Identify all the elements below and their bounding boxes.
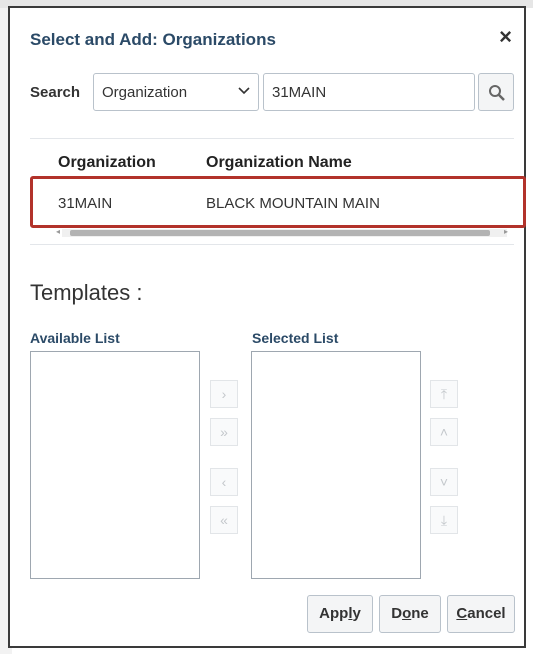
move-down-button[interactable]: ˅ [430, 468, 458, 496]
move-to-bottom-button[interactable]: ⤓ [430, 506, 458, 534]
search-field-select[interactable]: Organization [93, 73, 259, 111]
dialog-title: Select and Add: Organizations [30, 30, 276, 49]
cancel-button[interactable]: Cancel [447, 595, 515, 633]
move-to-top-button[interactable]: ⤒ [430, 380, 458, 408]
apply-button[interactable]: Apply [307, 595, 373, 633]
scroll-left-icon[interactable]: ◂ [56, 227, 60, 236]
select-add-organizations-dialog: Select and Add: Organizations × Search O… [8, 6, 526, 648]
cell-organization[interactable]: 31MAIN [58, 195, 112, 212]
search-label: Search [30, 84, 81, 101]
move-right-button[interactable]: › [210, 380, 238, 408]
selected-listbox[interactable] [251, 351, 421, 579]
done-button[interactable]: Done [379, 595, 441, 633]
table-top-border [30, 138, 514, 139]
search-icon [488, 84, 506, 107]
column-header-organization[interactable]: Organization [58, 154, 156, 172]
selected-list-label: Selected List [252, 330, 339, 346]
table-bottom-border [30, 244, 514, 245]
move-all-left-button[interactable]: « [210, 506, 238, 534]
templates-heading: Templates : [30, 280, 143, 305]
apply-label-pre: App [319, 605, 349, 622]
chevron-down-icon [238, 84, 250, 98]
apply-label-post: y [352, 605, 361, 622]
available-list-label: Available List [30, 330, 120, 346]
cancel-label-post: ancel [467, 605, 506, 622]
available-listbox[interactable] [30, 351, 200, 579]
cell-organization-name[interactable]: BLACK MOUNTAIN MAIN [206, 195, 380, 212]
done-label-pre: D [391, 605, 403, 622]
move-all-right-button[interactable]: » [210, 418, 238, 446]
scrollbar-thumb[interactable] [70, 230, 490, 236]
done-label-mnemonic: o [402, 605, 412, 622]
cancel-label-mnemonic: C [456, 605, 468, 622]
search-input[interactable] [263, 73, 475, 111]
column-header-organization-name[interactable]: Organization Name [206, 154, 352, 172]
close-icon[interactable]: × [499, 26, 512, 48]
move-up-button[interactable]: ˄ [430, 418, 458, 446]
done-label-post: ne [411, 605, 429, 622]
scroll-right-icon[interactable]: ▸ [504, 227, 508, 236]
move-left-button[interactable]: ‹ [210, 468, 238, 496]
search-button[interactable] [478, 73, 514, 111]
search-field-value: Organization [102, 84, 188, 101]
